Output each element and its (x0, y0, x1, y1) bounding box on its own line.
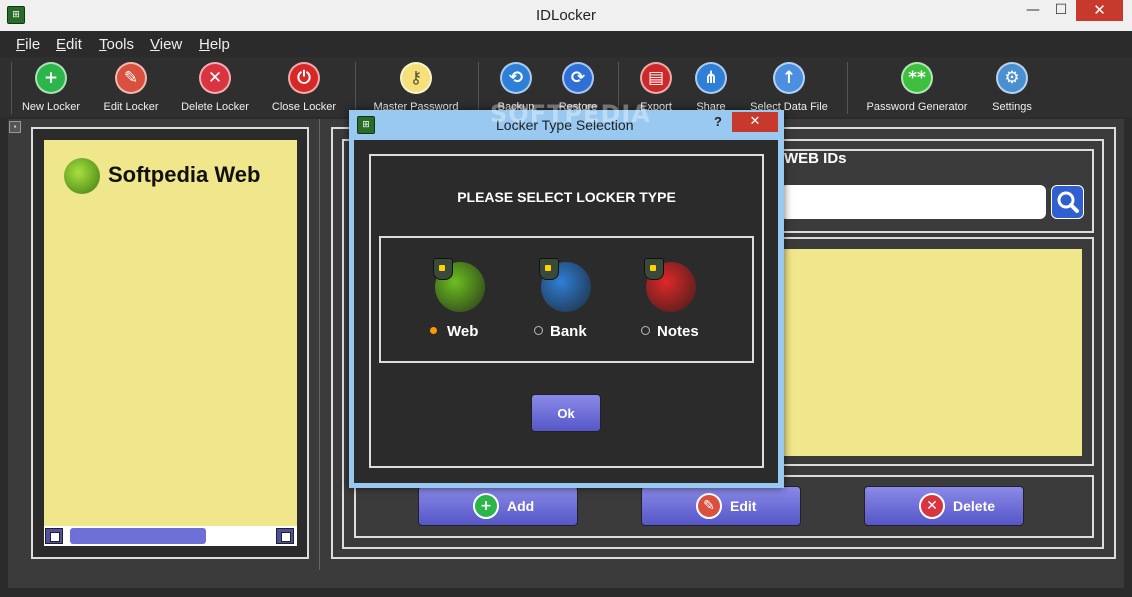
delete-button[interactable]: ✕ Delete (864, 486, 1024, 526)
restore-icon: ⟳ (562, 62, 594, 94)
ids-heading: WEB IDs (784, 150, 847, 167)
power-icon: ⏻ (288, 62, 320, 94)
menu-tools[interactable]: Tools (99, 36, 134, 53)
x-icon: ✕ (199, 62, 231, 94)
share-button[interactable]: ⋔ Share (686, 60, 736, 116)
toolbar-separator (11, 62, 12, 114)
delete-icon: ✕ (919, 493, 945, 519)
pin-icon[interactable]: ▪ (9, 121, 21, 133)
radio-web[interactable]: Web (430, 323, 478, 340)
globe-lock-icon (64, 158, 100, 194)
menu-view[interactable]: View (150, 36, 182, 53)
radio-bank[interactable]: Bank (534, 323, 587, 340)
search-button[interactable] (1051, 185, 1084, 219)
toolbar-separator (478, 62, 479, 114)
new-locker-button[interactable]: + New Locker (17, 60, 85, 116)
panel-splitter[interactable] (319, 119, 320, 570)
search-input[interactable] (780, 185, 1046, 219)
bank-icon (539, 258, 591, 312)
radio-indicator (430, 327, 437, 334)
radio-indicator (641, 326, 650, 335)
menu-help[interactable]: Help (199, 36, 230, 53)
ids-list[interactable] (780, 249, 1082, 456)
lock-badge-icon (539, 258, 559, 280)
toolbar-separator (847, 62, 848, 114)
add-button[interactable]: + Add (418, 486, 578, 526)
add-icon: + (473, 493, 499, 519)
close-locker-button[interactable]: ⏻ Close Locker (266, 60, 342, 116)
dialog-close-button[interactable]: ✕ (732, 112, 778, 132)
key-icon: ⚷ (400, 62, 432, 94)
share-icon: ⋔ (695, 62, 727, 94)
notes-icon (644, 258, 696, 312)
radio-indicator (534, 326, 543, 335)
lock-icon: ** (901, 62, 933, 94)
select-data-file-button[interactable]: ↑ Select Data File (744, 60, 834, 116)
maximize-button[interactable]: ☐ (1047, 0, 1075, 21)
watermark: SOFTPEDIA (490, 100, 651, 128)
dialog-heading: PLEASE SELECT LOCKER TYPE (457, 189, 676, 205)
search-icon (1057, 191, 1079, 213)
scroll-right-button[interactable] (276, 528, 294, 544)
upload-icon: ↑ (773, 62, 805, 94)
edit-locker-button[interactable]: ✎ Edit Locker (97, 60, 165, 116)
minimize-button[interactable]: — (1019, 0, 1047, 21)
menu-edit[interactable]: Edit (56, 36, 82, 53)
gear-icon: ⚙ (996, 62, 1028, 94)
dialog-help-button[interactable]: ? (708, 113, 728, 131)
locker-list[interactable] (44, 140, 297, 526)
edit-icon: ✎ (696, 493, 722, 519)
scroll-left-button[interactable] (45, 528, 63, 544)
lock-badge-icon (644, 258, 664, 280)
lock-badge-icon (433, 258, 453, 280)
backup-icon: ⟲ (500, 62, 532, 94)
ok-button[interactable]: Ok (531, 394, 601, 432)
toolbar-separator (355, 62, 356, 114)
export-icon: ▤ (640, 62, 672, 94)
edit-button[interactable]: ✎ Edit (641, 486, 801, 526)
dialog-app-icon: ⊞ (357, 116, 375, 134)
master-password-button[interactable]: ⚷ Master Password (366, 60, 466, 116)
radio-notes[interactable]: Notes (641, 323, 699, 340)
plus-icon: + (35, 62, 67, 94)
delete-locker-button[interactable]: ✕ Delete Locker (175, 60, 255, 116)
selected-locker-title[interactable]: Softpedia Web (108, 162, 260, 188)
menu-file[interactable]: File (16, 36, 40, 53)
close-button[interactable]: ✕ (1076, 0, 1123, 21)
password-generator-button[interactable]: ** Password Generator (862, 60, 972, 116)
pencil-icon: ✎ (115, 62, 147, 94)
window-title: IDLocker (535, 7, 597, 24)
scroll-thumb[interactable] (70, 528, 206, 544)
settings-button[interactable]: ⚙ Settings (984, 60, 1040, 116)
web-globe-icon (433, 258, 485, 312)
